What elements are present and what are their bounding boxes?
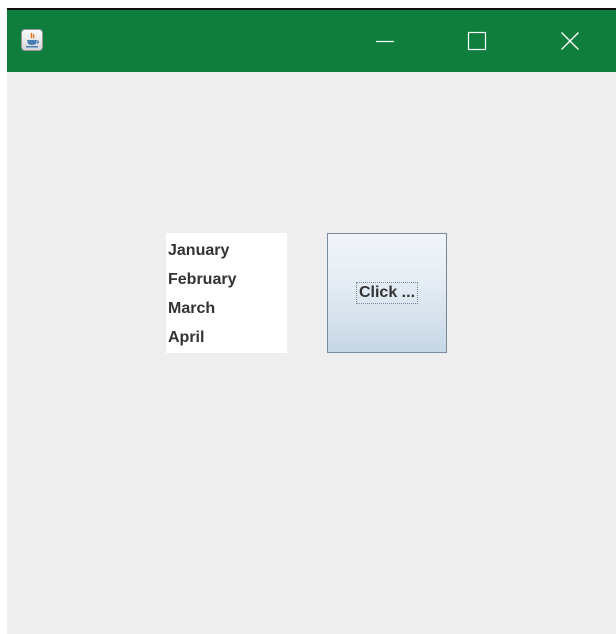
title-bar[interactable] bbox=[7, 10, 616, 72]
content-pane: January February March April Click ... bbox=[7, 72, 616, 634]
click-button[interactable]: Click ... bbox=[327, 233, 447, 353]
java-coffee-cup-icon[interactable] bbox=[22, 30, 42, 50]
list-item[interactable]: March bbox=[166, 294, 287, 323]
month-list[interactable]: January February March April bbox=[166, 233, 287, 353]
click-button-label: Click ... bbox=[355, 282, 419, 304]
close-icon bbox=[561, 32, 579, 50]
list-item[interactable]: January bbox=[166, 236, 287, 265]
minimize-icon bbox=[376, 40, 394, 43]
maximize-icon bbox=[467, 31, 487, 51]
minimize-button[interactable] bbox=[355, 10, 415, 72]
maximize-button[interactable] bbox=[447, 10, 507, 72]
list-item[interactable]: February bbox=[166, 265, 287, 294]
app-window: January February March April Click ... bbox=[7, 8, 616, 634]
list-item[interactable]: April bbox=[166, 323, 287, 352]
close-button[interactable] bbox=[540, 10, 600, 72]
